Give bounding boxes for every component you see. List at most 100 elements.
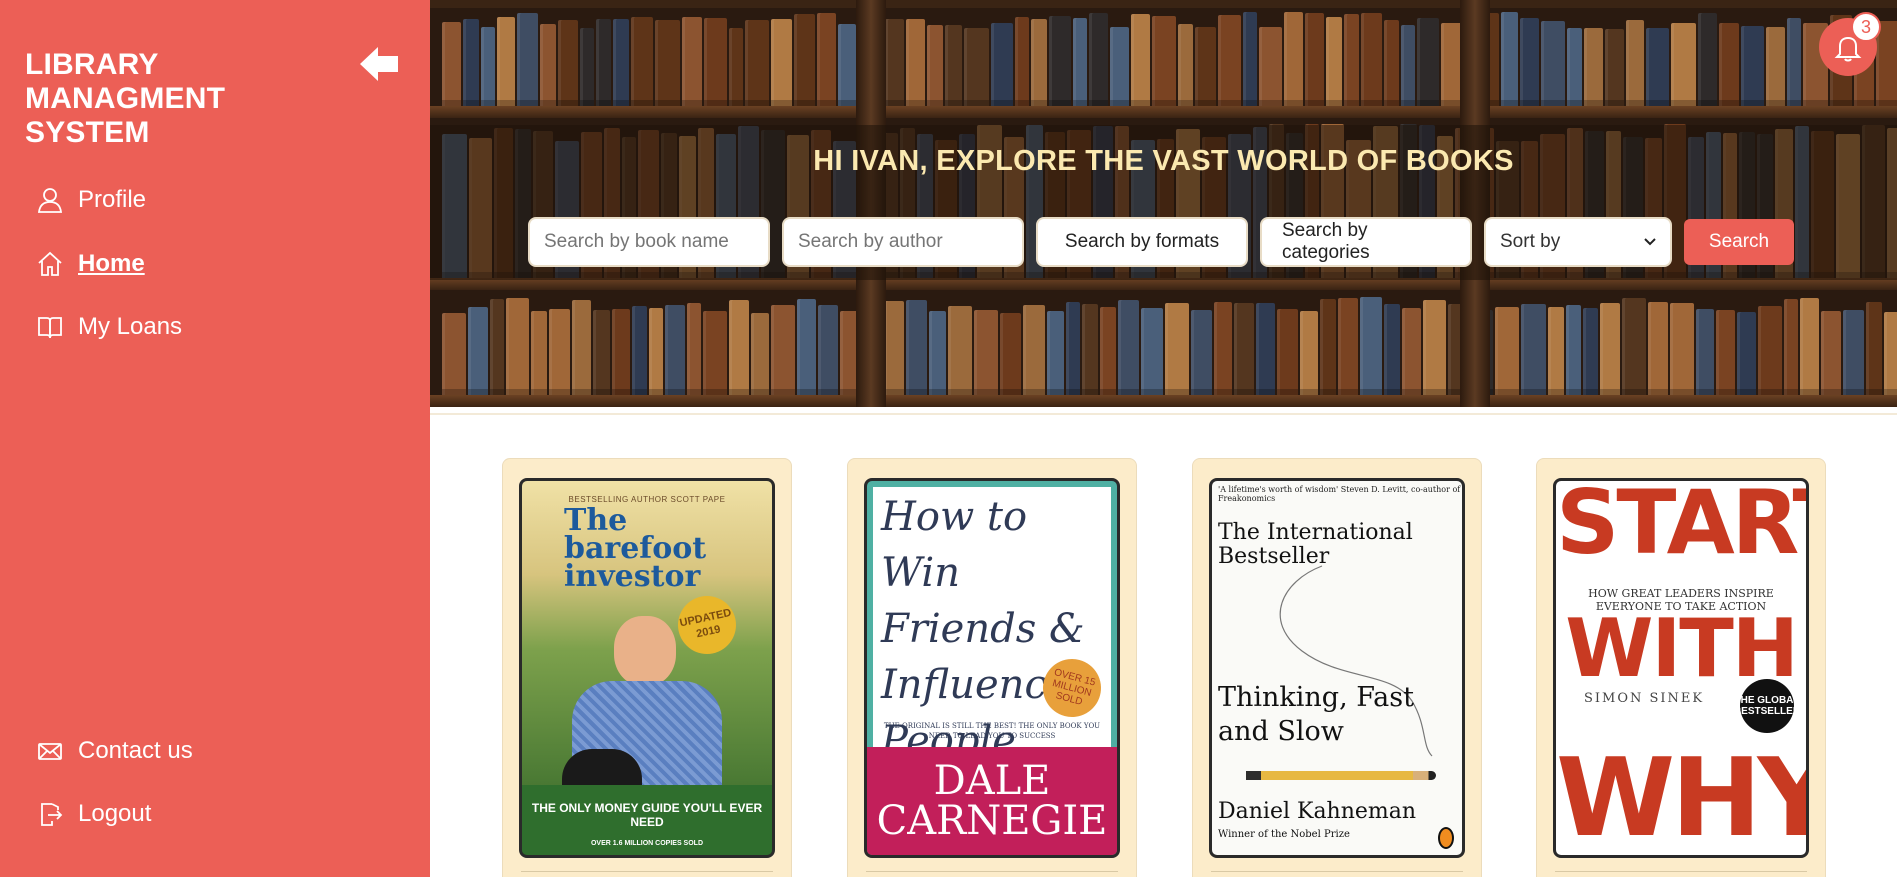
shelf-book-spine — [1541, 21, 1565, 106]
shelf-book-spine — [1178, 24, 1193, 106]
shelf-book-spine — [1566, 305, 1581, 395]
shelf-book-spine — [745, 20, 769, 106]
shelf-book-spine — [906, 300, 927, 395]
cover-illustration — [614, 616, 676, 686]
shelf-book-spine — [442, 22, 461, 106]
shelf-book-spine — [797, 299, 816, 395]
book-cover: START HOW GREAT LEADERS INSPIRE EVERYONE… — [1553, 478, 1809, 858]
shelf-book-spine — [1141, 308, 1163, 395]
chevron-down-icon — [1644, 238, 1656, 246]
shelf-book-spine — [1218, 15, 1241, 106]
shelf-book-spine — [1600, 303, 1620, 395]
shelf-book-spine — [1520, 18, 1539, 106]
cover-title: WHY — [1556, 736, 1809, 858]
cover-illustration — [1246, 771, 1436, 780]
shelf-book-spine — [1646, 28, 1669, 106]
categories-filter-button[interactable]: Search by categories — [1260, 217, 1472, 267]
shelf-book-spine — [1360, 297, 1382, 395]
cover-tagline: THE ONLY MONEY GUIDE YOU'LL EVER NEED — [531, 801, 763, 829]
shelf-book-spine — [817, 13, 836, 106]
sort-by-value: Sort by — [1500, 231, 1561, 252]
shelf-book-spine — [497, 17, 515, 106]
cover-quote: 'A lifetime's worth of wisdom' Steven D.… — [1218, 485, 1461, 503]
sidebar-item-label: Profile — [78, 186, 147, 213]
app-brand: LIBRARY MANAGMENT SYSTEM — [25, 48, 226, 149]
main-content: HI IVAN, EXPLORE THE VAST WORLD OF BOOKS… — [430, 0, 1897, 877]
cover-author: DALE CARNEGIE — [867, 747, 1117, 855]
cover-topline: BESTSELLING AUTHOR SCOTT PAPE — [568, 495, 726, 504]
shelf-book-spine — [1423, 300, 1446, 395]
shelf-book-spine — [655, 20, 680, 106]
shelf-book-spine — [771, 305, 795, 395]
shelf-book-spine — [1344, 14, 1359, 106]
hero-banner: HI IVAN, EXPLORE THE VAST WORLD OF BOOKS… — [430, 0, 1897, 407]
arrow-left-icon — [360, 47, 398, 81]
shelf-book-spine — [1670, 303, 1694, 395]
cover-footnote: OVER 1.6 MILLION COPIES SOLD — [590, 840, 704, 847]
book-card[interactable]: BESTSELLING AUTHOR SCOTT PAPE The barefo… — [502, 458, 792, 877]
cover-badge: THE GLOBAL BESTSELLER — [1734, 679, 1800, 733]
formats-filter-button[interactable]: Search by formats — [1036, 217, 1248, 267]
sort-by-select[interactable]: Sort by — [1484, 217, 1672, 267]
search-bar: Search by formats Search by categories S… — [528, 217, 1794, 267]
cover-title: Thinking, Fast and Slow — [1218, 682, 1414, 747]
shelf-book-spine — [1118, 300, 1139, 395]
shelf-book-spine — [1031, 19, 1047, 106]
sidebar-item-label: My Loans — [78, 313, 183, 340]
shelf-book-spine — [1256, 303, 1275, 395]
shelf-book-spine — [885, 19, 904, 106]
publisher-logo — [1438, 827, 1454, 849]
cover-title: WITH — [1565, 602, 1799, 695]
app-shell: LIBRARY MANAGMENT SYSTEM Profile Home My… — [0, 0, 1897, 877]
shelf-book-spine — [1716, 310, 1735, 395]
shelf-book-spine — [1741, 26, 1764, 106]
shelf-book-spine — [558, 20, 578, 106]
bookshelf-row — [430, 290, 1897, 395]
sidebar-item-contact-us[interactable]: Contact us — [36, 737, 193, 765]
notifications-button[interactable]: 3 — [1819, 12, 1881, 76]
shelf-book-spine — [1766, 27, 1785, 106]
shelf-book-spine — [974, 310, 998, 395]
shelf-book-spine — [927, 25, 943, 106]
shelf-book-spine — [1384, 304, 1400, 395]
author-search-input[interactable] — [782, 217, 1024, 267]
shelf-book-spine — [1696, 309, 1714, 395]
shelf-book-spine — [463, 19, 479, 106]
sidebar-item-home[interactable]: Home — [36, 250, 145, 278]
shelf-book-spine — [729, 300, 749, 395]
book-cover: 'A lifetime's worth of wisdom' Steven D.… — [1209, 478, 1465, 858]
cover-award: Winner of the Nobel Prize — [1218, 829, 1350, 840]
search-button[interactable]: Search — [1684, 219, 1794, 265]
card-divider — [1211, 871, 1463, 872]
shelf-book-spine — [596, 19, 611, 106]
shelf-book-spine — [1605, 29, 1624, 106]
collapse-sidebar-button[interactable] — [358, 44, 402, 84]
shelf-book-spine — [1023, 305, 1045, 395]
shelf-book-spine — [1305, 13, 1324, 106]
shelf-book-spine — [490, 299, 504, 395]
shelf-book-spine — [1402, 308, 1421, 395]
book-name-search-input[interactable] — [528, 217, 770, 267]
sidebar-item-logout[interactable]: Logout — [36, 800, 151, 828]
shelf-book-spine — [1548, 307, 1564, 395]
shelf-book-spine — [442, 313, 466, 395]
book-card[interactable]: START HOW GREAT LEADERS INSPIRE EVERYONE… — [1536, 458, 1826, 877]
shelf-book-spine — [1284, 12, 1303, 106]
sidebar-item-profile[interactable]: Profile — [36, 186, 146, 214]
shelf-book-spine — [794, 14, 815, 106]
shelf-book-spine — [1131, 14, 1150, 106]
book-grid: BESTSELLING AUTHOR SCOTT PAPE The barefo… — [430, 413, 1897, 877]
shelf-book-spine — [1758, 306, 1782, 395]
shelf-book-spine — [632, 306, 647, 395]
shelf-book-spine — [1066, 302, 1080, 395]
shelf-book-spine — [1787, 18, 1801, 106]
cover-title: START — [1556, 478, 1806, 574]
shelf-book-spine — [1622, 298, 1646, 395]
sidebar-item-my-loans[interactable]: My Loans — [36, 313, 182, 341]
shelf-book-spine — [703, 311, 727, 395]
shelf-book-spine — [1567, 28, 1582, 106]
shelf-book-spine — [613, 19, 629, 106]
book-card[interactable]: 'A lifetime's worth of wisdom' Steven D.… — [1192, 458, 1482, 877]
cover-subtitle: THE ORIGINAL IS STILL THE BEST! THE ONLY… — [883, 722, 1101, 740]
book-card[interactable]: How to Win Friends & Influence People OV… — [847, 458, 1137, 877]
